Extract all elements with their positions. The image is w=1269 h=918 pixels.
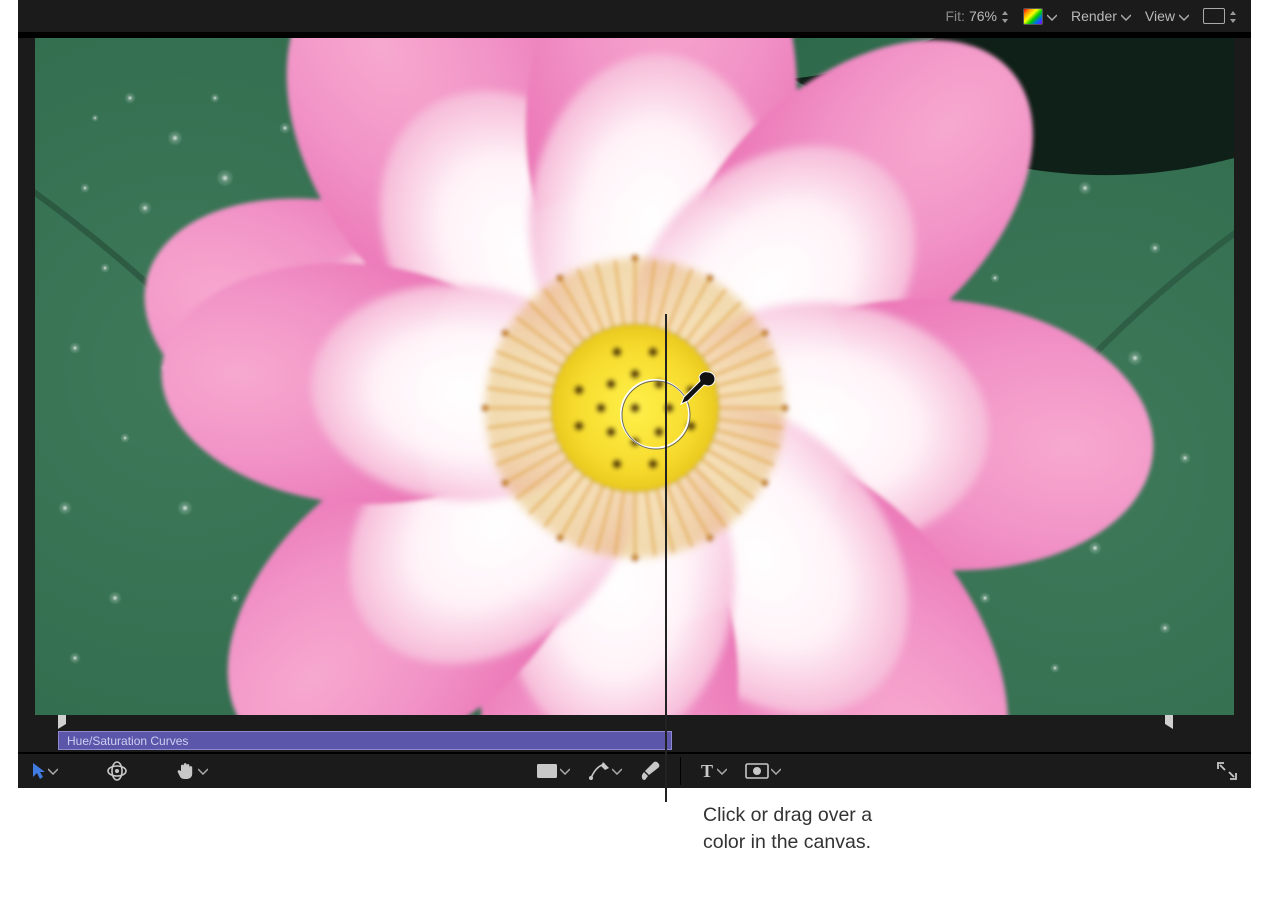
out-point-marker[interactable] <box>1161 715 1173 729</box>
chevron-down-icon <box>771 762 781 780</box>
chevron-down-icon <box>612 762 622 780</box>
paint-stroke-tool[interactable] <box>636 759 666 783</box>
text-tool[interactable]: T <box>695 760 731 782</box>
aspect-menu[interactable] <box>1199 6 1241 26</box>
view-menu[interactable]: View <box>1141 6 1193 26</box>
mask-tool[interactable] <box>741 760 785 782</box>
in-point-marker[interactable] <box>58 715 70 729</box>
view-label: View <box>1145 8 1175 24</box>
chevron-down-icon <box>48 762 58 780</box>
chevron-down-icon <box>1179 8 1189 24</box>
clip-label: Hue/Saturation Curves <box>67 734 188 748</box>
fullscreen-icon <box>1217 762 1237 780</box>
fullscreen-button[interactable] <box>1213 760 1241 782</box>
stepper-icon <box>1229 11 1237 21</box>
mini-timeline[interactable]: Hue/Saturation Curves <box>18 731 1251 752</box>
chevron-down-icon <box>560 762 570 780</box>
svg-text:T: T <box>701 762 713 780</box>
mini-timeline-ruler[interactable] <box>18 715 1251 731</box>
brush-icon <box>640 761 662 781</box>
app-frame: Fit: 76% Render View <box>18 0 1251 788</box>
canvas-viewer[interactable] <box>35 38 1234 715</box>
select-tool[interactable] <box>28 760 62 782</box>
callout-leader-line <box>665 314 667 802</box>
hand-icon <box>176 761 196 781</box>
arrow-icon <box>32 762 46 780</box>
fit-label: Fit: <box>946 8 965 24</box>
pen-tool[interactable] <box>584 759 626 783</box>
render-label: Render <box>1071 8 1117 24</box>
canvas-bottom-toolbar: T <box>18 754 1251 788</box>
pan-tool[interactable] <box>172 759 212 783</box>
divider <box>680 757 681 785</box>
chevron-down-icon <box>1121 8 1131 24</box>
viewer-top-toolbar: Fit: 76% Render View <box>18 0 1251 32</box>
effect-clip-hue-saturation[interactable]: Hue/Saturation Curves <box>58 731 672 750</box>
orbit-icon <box>106 761 128 781</box>
text-icon: T <box>699 762 715 780</box>
color-swatch-icon <box>1023 8 1043 25</box>
aspect-icon <box>1203 8 1225 24</box>
pen-icon <box>588 761 610 781</box>
chevron-down-icon <box>1047 8 1057 24</box>
canvas-image <box>35 38 1234 715</box>
chevron-down-icon <box>717 762 727 780</box>
mask-icon <box>745 763 769 779</box>
render-menu[interactable]: Render <box>1067 6 1135 26</box>
chevron-down-icon <box>198 762 208 780</box>
shape-tool[interactable] <box>532 760 574 782</box>
fit-value: 76% <box>969 8 997 24</box>
3d-transform-tool[interactable] <box>102 759 132 783</box>
stepper-icon <box>1001 11 1009 21</box>
callout-text: Click or drag over a color in the canvas… <box>703 802 963 856</box>
seed-pod <box>551 324 719 492</box>
color-channels-menu[interactable] <box>1019 6 1061 27</box>
rectangle-icon <box>536 763 558 779</box>
fit-menu[interactable]: Fit: 76% <box>942 6 1013 26</box>
